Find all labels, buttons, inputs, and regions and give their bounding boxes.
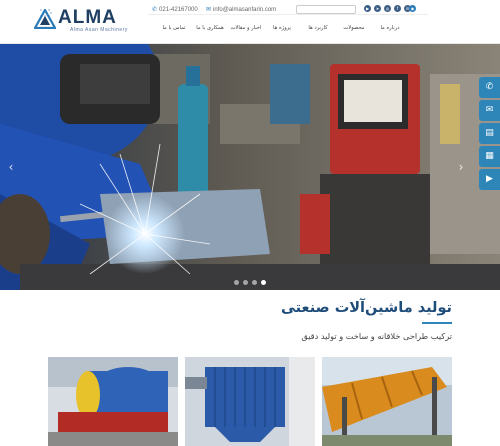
search-input[interactable] bbox=[296, 5, 356, 14]
nav-item-projects[interactable]: پروژه ها bbox=[264, 25, 300, 31]
youtube-icon[interactable]: ▶ bbox=[364, 5, 371, 12]
facebook-icon[interactable]: f bbox=[394, 5, 401, 12]
logo[interactable]: ALMA Alma Asan Machinery bbox=[34, 7, 134, 33]
slider-indicators bbox=[234, 280, 266, 285]
social-links: ▶ ➤ ◎ f in bbox=[364, 5, 411, 12]
document-icon[interactable]: ▦ bbox=[479, 146, 500, 167]
slide-dot[interactable] bbox=[243, 280, 248, 285]
nav-item-applications[interactable]: کاربرد ها bbox=[300, 25, 336, 31]
telegram-icon[interactable]: ➤ bbox=[374, 5, 381, 12]
site-header: ALMA Alma Asan Machinery ✆ 021-42167000 … bbox=[0, 0, 500, 44]
rotary-dryer-image bbox=[322, 357, 452, 446]
nav-item-cooperation[interactable]: همکاری با ما bbox=[192, 25, 228, 31]
email-address: info@almasanfarin.com bbox=[213, 6, 277, 13]
main-nav: درباره ما محصولات کاربرد ها پروژه ها اخب… bbox=[156, 25, 408, 31]
slider-prev-button[interactable]: ‹ bbox=[6, 160, 16, 174]
catalog-icon[interactable]: ▤ bbox=[479, 123, 500, 144]
hero-image bbox=[0, 44, 500, 290]
logo-triangle-icon bbox=[34, 9, 56, 29]
product-card-rotary-dryer[interactable] bbox=[322, 357, 452, 446]
hero-slider[interactable]: ‹ › bbox=[0, 44, 500, 290]
phone-icon: ✆ bbox=[152, 7, 158, 13]
phone-number: 021-42167000 bbox=[159, 6, 198, 13]
language-icon[interactable]: ◉ bbox=[409, 5, 416, 12]
section-subtitle: ترکیب طراحی خلاقانه و ساخت و تولید دقیق bbox=[301, 331, 452, 341]
nav-item-about[interactable]: درباره ما bbox=[372, 25, 408, 31]
title-underline bbox=[422, 322, 452, 324]
nav-item-news[interactable]: اخبار و مقالات bbox=[228, 25, 264, 31]
nav-item-contact[interactable]: تماس با ما bbox=[156, 25, 192, 31]
phone-contact[interactable]: ✆ 021-42167000 bbox=[152, 6, 198, 14]
slide-dot-active[interactable] bbox=[261, 280, 266, 285]
product-card-ball-mill[interactable] bbox=[48, 357, 178, 446]
logo-name: ALMA bbox=[58, 7, 117, 28]
phone-icon[interactable]: ✆ bbox=[479, 77, 500, 98]
email-icon: ✉ bbox=[206, 7, 212, 13]
floating-contact-bar: ✆ ✉ ▤ ▦ ▶ bbox=[479, 77, 500, 190]
ball-mill-image bbox=[48, 357, 178, 446]
dust-collector-image bbox=[185, 357, 315, 446]
instagram-icon[interactable]: ◎ bbox=[384, 5, 391, 12]
video-icon[interactable]: ▶ bbox=[479, 169, 500, 190]
header-divider bbox=[148, 14, 428, 15]
nav-item-products[interactable]: محصولات bbox=[336, 25, 372, 31]
slide-dot[interactable] bbox=[234, 280, 239, 285]
logo-tagline: Alma Asan Machinery bbox=[70, 27, 128, 33]
section-title: تولید ماشین‌آلات صنعتی bbox=[280, 300, 452, 316]
slide-dot[interactable] bbox=[252, 280, 257, 285]
email-contact[interactable]: ✉ info@almasanfarin.com bbox=[206, 6, 277, 14]
product-card-dust-collector[interactable] bbox=[185, 357, 315, 446]
email-icon[interactable]: ✉ bbox=[479, 100, 500, 121]
slider-next-button[interactable]: › bbox=[456, 160, 466, 174]
